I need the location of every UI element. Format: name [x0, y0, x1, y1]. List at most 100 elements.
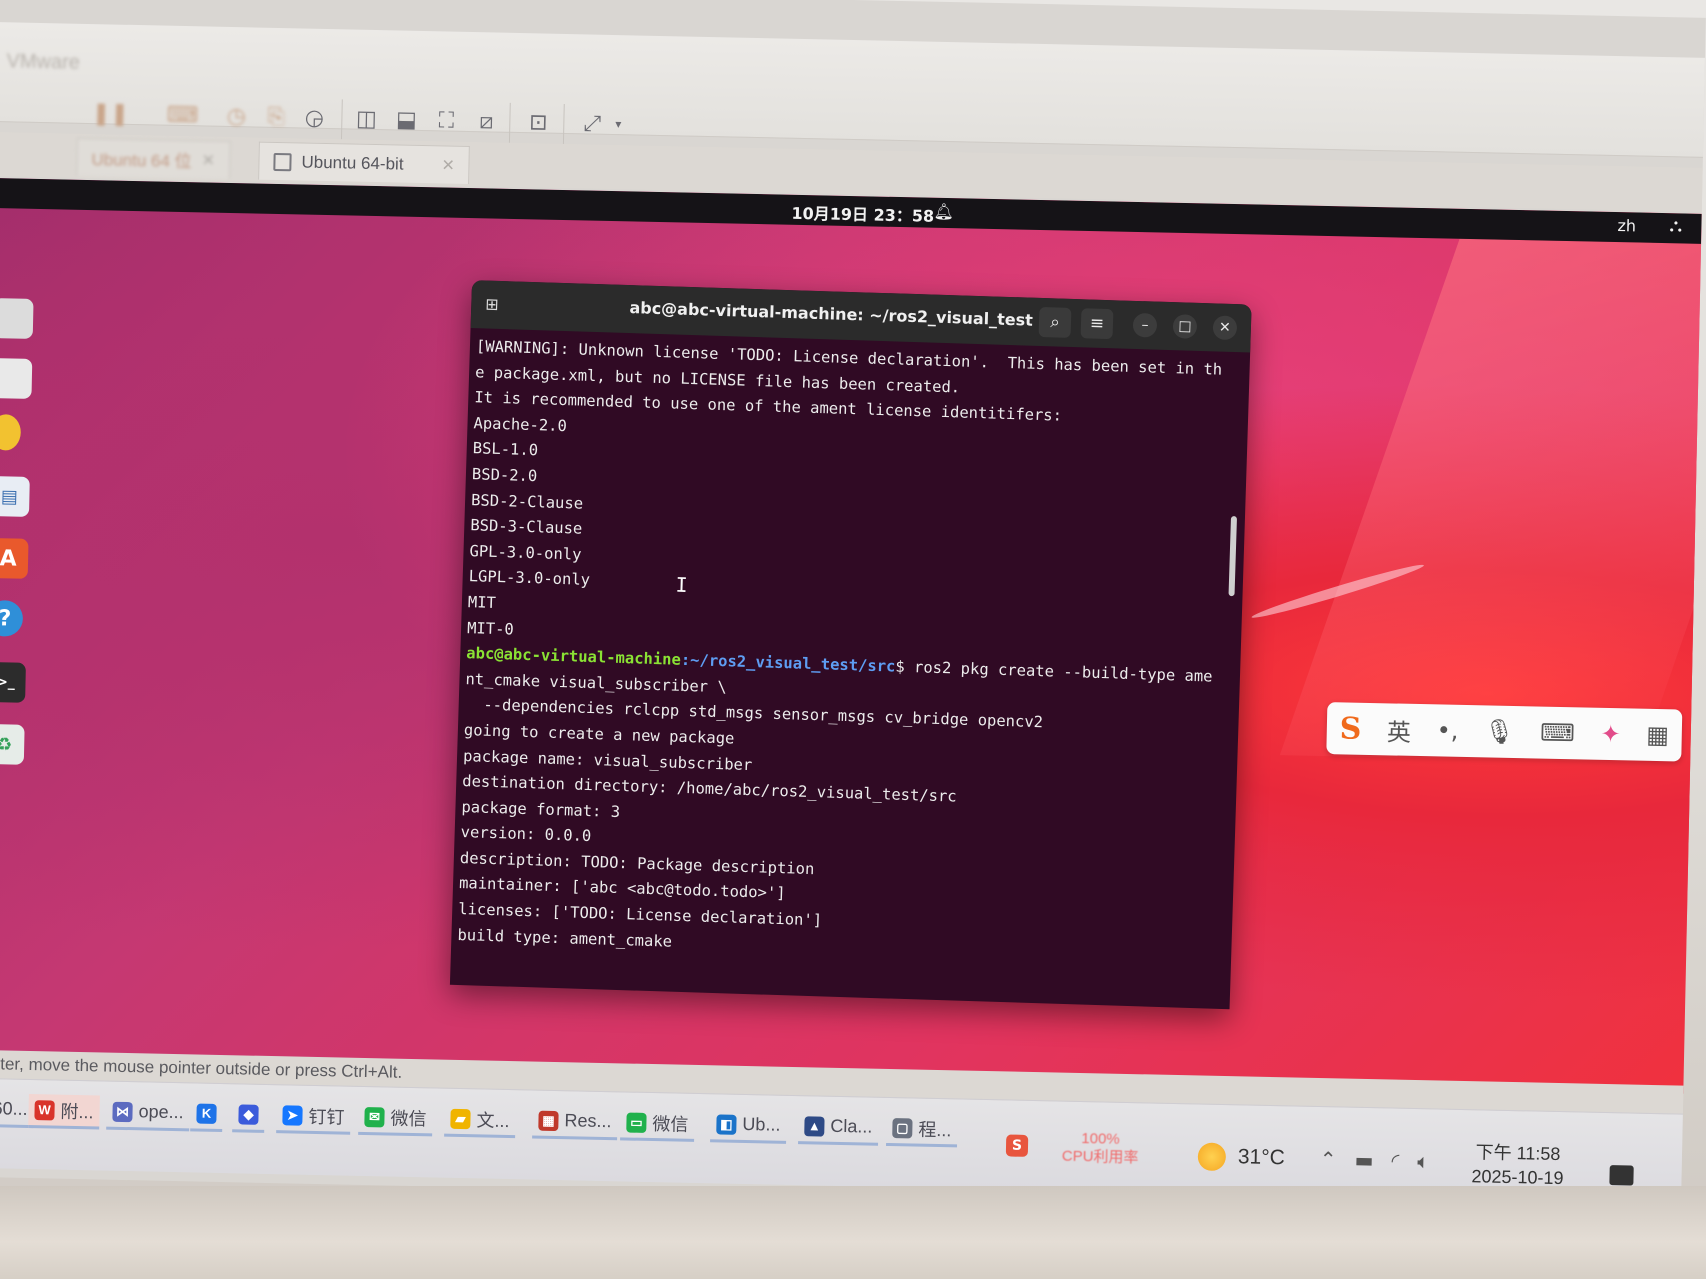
- tab-ubuntu-64-bit[interactable]: Ubuntu 64-bit ✕: [258, 141, 471, 185]
- system-tray: ⌃ ▬ ◜ 🔈︎: [1320, 1147, 1430, 1173]
- prompt-path: :~/ros2_visual_test/src: [680, 650, 896, 676]
- temperature: 31°C: [1237, 1145, 1286, 1170]
- tab-label: Ubuntu 64 位: [91, 150, 192, 172]
- taskbar-item[interactable]: K: [190, 1097, 223, 1133]
- taskbar-label: 微信: [390, 1108, 427, 1129]
- app-icon: ◆: [238, 1103, 259, 1125]
- sogou-tray-icon[interactable]: S: [1005, 1134, 1029, 1157]
- text-cursor-icon: I: [675, 572, 689, 597]
- laptop-bezel: [0, 1186, 1706, 1279]
- skin-icon[interactable]: ✦: [1600, 720, 1621, 748]
- taskbar-label: Cla...: [830, 1115, 873, 1137]
- vmware-window: VMware ❚❚ ⌨ ◷ ⎘ ◶ ◫ ⬓ ⛶ ⧄ ⊡ ⤢ ▾ Ubuntu 6…: [0, 0, 1706, 1213]
- app-icon: ✉: [364, 1106, 385, 1127]
- unity-icon[interactable]: ⧄: [469, 104, 504, 139]
- input-language[interactable]: zh: [1617, 216, 1636, 235]
- thumbnail-bar-icon[interactable]: ⬓: [389, 102, 424, 137]
- taskbar-item[interactable]: ⋈ ope...: [106, 1095, 190, 1132]
- ubuntu-desktop[interactable]: 10月19日 23：58 🔔︎ zh ⛬ ▤ A ? >_ ♻ ⊞ abc@ab…: [0, 178, 1702, 1094]
- show-library-icon[interactable]: ◫: [349, 101, 384, 136]
- bell-icon[interactable]: 🔔︎: [933, 202, 954, 221]
- taskbar-label: 360...: [0, 1098, 28, 1119]
- close-icon[interactable]: ✕: [201, 150, 216, 170]
- taskbar-item[interactable]: ▭ 微信: [620, 1106, 695, 1142]
- cpu-label: CPU利用率: [1061, 1147, 1139, 1167]
- app-icon: W: [34, 1099, 55, 1121]
- vmware-title: VMware: [6, 50, 81, 74]
- taskbar-item[interactable]: ▦ Res...: [532, 1104, 618, 1141]
- microphone-icon[interactable]: 🎙︎: [1484, 717, 1515, 746]
- minimize-button[interactable]: –: [1132, 312, 1158, 338]
- app-icon: ➤: [282, 1104, 303, 1126]
- app-icon: ◧: [716, 1113, 737, 1135]
- vm-icon: [273, 152, 292, 171]
- volume-icon[interactable]: 🔈︎: [1417, 1149, 1430, 1173]
- battery-icon[interactable]: ▬: [1354, 1148, 1373, 1172]
- taskbar-clock[interactable]: 下午 11:58 2025-10-19: [1471, 1140, 1564, 1190]
- close-button[interactable]: ✕: [1212, 315, 1238, 341]
- taskbar-item[interactable]: ✉ 微信: [358, 1100, 433, 1137]
- taskbar-label: 文...: [476, 1109, 510, 1131]
- tab-ubuntu-64-cn[interactable]: Ubuntu 64 位 ✕: [76, 137, 231, 179]
- weather-widget[interactable]: 31°C: [1197, 1142, 1286, 1172]
- sogou-logo-icon[interactable]: S: [1339, 711, 1361, 746]
- chevron-down-icon[interactable]: ▾: [601, 107, 636, 142]
- pause-icon[interactable]: ❚❚: [92, 96, 129, 131]
- snapshot-manager-icon[interactable]: ◶: [297, 100, 332, 135]
- taskbar-item[interactable]: ▢ 程...: [886, 1111, 958, 1148]
- notification-icon[interactable]: [1609, 1165, 1634, 1186]
- maximize-button[interactable]: □: [1172, 314, 1198, 339]
- taskbar-item[interactable]: ◧ Ub...: [710, 1108, 787, 1144]
- taskbar-item[interactable]: ◆: [232, 1098, 265, 1133]
- toolbox-icon[interactable]: ▦: [1646, 721, 1669, 749]
- dock-item-help[interactable]: ?: [0, 600, 24, 637]
- close-icon[interactable]: ✕: [441, 155, 455, 175]
- ime-toolbar: S 英 •, 🎙︎ ⌨ ✦ ▦: [1326, 702, 1683, 762]
- app-icon: ▭: [626, 1112, 647, 1133]
- network-icon[interactable]: ⛬: [1669, 215, 1682, 236]
- taskbar-time: 下午 11:58: [1475, 1142, 1561, 1165]
- menu-icon[interactable]: ≡: [1080, 308, 1114, 340]
- search-icon[interactable]: ⌕: [1038, 306, 1072, 338]
- app-icon: ⋈: [112, 1101, 133, 1122]
- taskbar-label: Res...: [564, 1110, 612, 1132]
- cpu-percent: 100%: [1081, 1130, 1120, 1148]
- toolbar-divider: [340, 99, 343, 140]
- send-keys-icon[interactable]: ⌨: [165, 98, 200, 133]
- taskbar-label: 附...: [60, 1101, 94, 1122]
- chevron-up-icon[interactable]: ⌃: [1320, 1147, 1337, 1171]
- taskbar-label: 钉钉: [308, 1106, 345, 1128]
- dock-item-app-center[interactable]: A: [0, 538, 29, 579]
- terminal-output[interactable]: [WARNING]: Unknown license 'TODO: Licens…: [456, 334, 1236, 1008]
- dock-item-browser[interactable]: [0, 298, 34, 339]
- taskbar-item[interactable]: W 附...: [28, 1093, 100, 1130]
- taskbar-label: Ub...: [742, 1113, 781, 1135]
- app-icon: ▰: [450, 1108, 471, 1129]
- taskbar-item[interactable]: ▰ 文...: [444, 1102, 516, 1139]
- toolbar-divider: [508, 102, 511, 143]
- dock-item-files[interactable]: [0, 358, 33, 399]
- taskbar-item[interactable]: ➤ 钉钉: [276, 1099, 351, 1135]
- app-icon: K: [196, 1102, 217, 1124]
- terminal-scrollbar[interactable]: [1228, 516, 1238, 597]
- ime-mode-toggle[interactable]: 英: [1387, 712, 1412, 747]
- dock-item-writer[interactable]: ▤: [0, 476, 30, 517]
- console-view-icon[interactable]: ⊡: [521, 105, 556, 140]
- full-screen-icon[interactable]: ⛶: [429, 103, 464, 138]
- taskbar-item[interactable]: ▲ Cla...: [798, 1110, 879, 1146]
- wifi-icon[interactable]: ◜: [1391, 1149, 1399, 1173]
- dock-item-terminal[interactable]: >_: [0, 661, 26, 703]
- toolbar-divider: [562, 103, 565, 144]
- dock-item-rhythmbox[interactable]: [0, 414, 22, 451]
- dock-item-trash[interactable]: ♻: [0, 723, 25, 765]
- topbar-clock[interactable]: 10月19日 23：58: [791, 200, 934, 227]
- keyboard-icon[interactable]: ⌨: [1540, 719, 1575, 748]
- tab-label: Ubuntu 64-bit: [301, 151, 404, 174]
- cpu-usage-widget[interactable]: 100% CPU利用率: [1062, 1130, 1139, 1168]
- vmware-status-text: iputer, move the mouse pointer outside o…: [0, 1053, 403, 1082]
- terminal-window[interactable]: ⊞ abc@abc-virtual-machine: ~/ros2_visual…: [449, 280, 1252, 1010]
- revert-snapshot-icon[interactable]: ⎘: [259, 100, 294, 135]
- punctuation-icon[interactable]: •,: [1436, 716, 1458, 744]
- snapshot-icon[interactable]: ◷: [219, 99, 254, 134]
- app-icon: ▲: [804, 1115, 825, 1137]
